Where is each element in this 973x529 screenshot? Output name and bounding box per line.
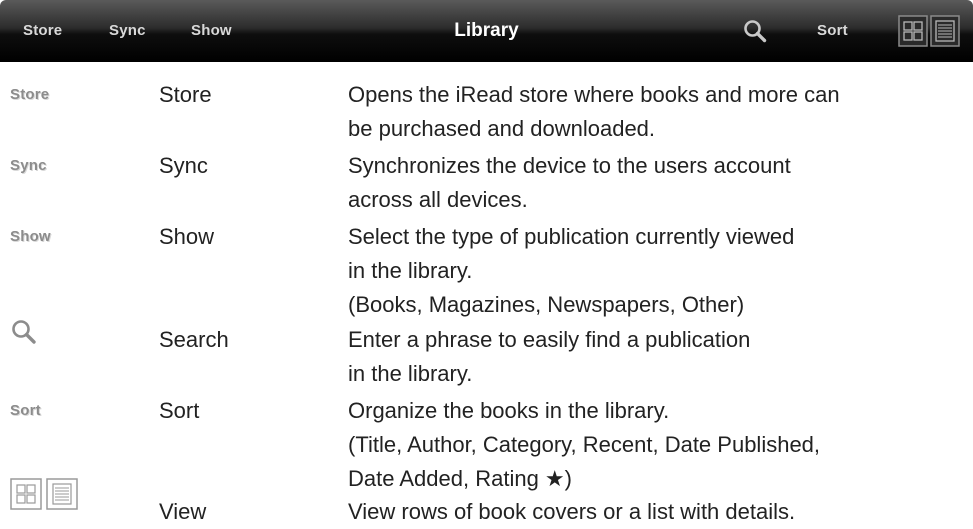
legend-description-line: (Title, Author, Category, Recent, Date P… bbox=[348, 432, 821, 457]
legend-description-line: (Books, Magazines, Newspapers, Other) bbox=[348, 292, 745, 317]
sync-legend-icon: Sync bbox=[10, 157, 47, 174]
search-button[interactable] bbox=[742, 18, 768, 44]
magnifier-icon bbox=[744, 20, 767, 43]
magnifier-icon bbox=[12, 320, 36, 344]
grid-view-button[interactable] bbox=[898, 15, 928, 47]
grid-view-icon bbox=[10, 478, 42, 510]
legend-description: Synchronizes the device to the users acc… bbox=[348, 149, 968, 217]
view-legend-icons bbox=[10, 478, 78, 512]
legend-description-line: be purchased and downloaded. bbox=[348, 116, 656, 141]
legend-description: Select the type of publication currently… bbox=[348, 220, 968, 322]
legend-description-line: Enter a phrase to easily find a publicat… bbox=[348, 327, 751, 352]
legend-description-line: Synchronizes the device to the users acc… bbox=[348, 153, 791, 178]
grid-view-icon bbox=[898, 15, 928, 47]
legend-name: Show bbox=[159, 224, 215, 249]
legend-description-line: Select the type of publication currently… bbox=[348, 224, 795, 249]
legend-description: Enter a phrase to easily find a publicat… bbox=[348, 323, 968, 391]
show-legend-icon: Show bbox=[10, 228, 51, 245]
legend-description-line: across all devices. bbox=[348, 187, 528, 212]
store-legend-icon: Store bbox=[10, 86, 50, 103]
list-view-icon bbox=[46, 478, 78, 510]
legend-description-line: Opens the iRead store where books and mo… bbox=[348, 82, 840, 107]
sort-legend-icon: Sort bbox=[10, 402, 41, 419]
legend-description-line: in the library. bbox=[348, 361, 473, 386]
legend-name: Sort bbox=[159, 398, 200, 423]
search-legend-icon bbox=[10, 318, 38, 351]
legend-name: View bbox=[159, 499, 207, 524]
legend-description: View rows of book covers or a list with … bbox=[348, 495, 968, 529]
legend-description-line: View rows of book covers or a list with … bbox=[348, 499, 796, 524]
legend-name: Store bbox=[159, 82, 212, 107]
legend-description-line: in the library. bbox=[348, 258, 473, 283]
list-view-button[interactable] bbox=[930, 15, 960, 47]
library-toolbar: Store Sync Show Library Sort bbox=[0, 0, 973, 62]
view-toggle bbox=[898, 15, 962, 47]
legend-description-line: Organize the books in the library. bbox=[348, 398, 670, 423]
legend-name: Search bbox=[159, 327, 229, 352]
legend-description: Organize the books in the library. (Titl… bbox=[348, 394, 968, 496]
legend-description-line: Date Added, Rating ★) bbox=[348, 466, 572, 491]
legend-description: Opens the iRead store where books and mo… bbox=[348, 78, 968, 146]
list-view-icon bbox=[930, 15, 960, 47]
legend-name: Sync bbox=[159, 153, 208, 178]
sort-button[interactable]: Sort bbox=[817, 20, 848, 42]
